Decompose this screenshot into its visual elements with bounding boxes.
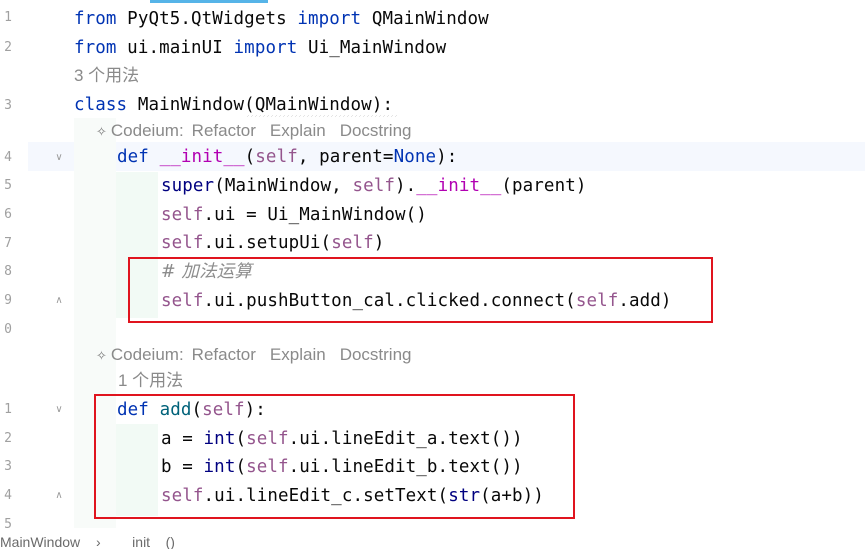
sparkle-icon: ✧: [96, 124, 107, 139]
code-line-5[interactable]: super(MainWindow, self).__init__(parent): [161, 174, 586, 198]
call-args: (parent): [501, 176, 587, 196]
line-number: 1: [4, 10, 12, 25]
import-name: QMainWindow: [361, 9, 489, 29]
paren-close: ): [373, 233, 385, 253]
param-list: , parent=: [297, 147, 394, 167]
fold-expand-icon[interactable]: ∧: [52, 489, 66, 503]
codeium-label: Codeium:: [110, 345, 184, 364]
code-line-1[interactable]: from PyQt5.QtWidgets import QMainWindow: [74, 7, 489, 31]
usage-hint[interactable]: 1 个用法: [118, 370, 183, 392]
keyword: def: [117, 147, 149, 167]
args: (MainWindow,: [214, 176, 353, 196]
self-keyword: self: [161, 233, 204, 253]
explain-link[interactable]: Explain: [270, 345, 326, 364]
class-declaration: MainWindow(QMainWindow):: [127, 95, 394, 115]
code-line-7[interactable]: self.ui.setupUi(self): [161, 231, 384, 255]
line-number: 4: [4, 488, 12, 503]
paren-close: ):: [436, 147, 458, 167]
line-number: 3: [4, 459, 12, 474]
line-number: 6: [4, 207, 12, 222]
none-literal: None: [393, 147, 437, 167]
magic-method: __init__: [416, 176, 502, 196]
self-keyword: self: [352, 176, 396, 196]
fold-collapse-icon[interactable]: ∨: [52, 151, 66, 165]
line-number: 9: [4, 293, 12, 308]
highlight-box-init-connect: [128, 257, 713, 323]
module-name: PyQt5.QtWidgets: [116, 9, 298, 29]
import-name: Ui_MainWindow: [297, 38, 447, 58]
sparkle-icon: ✧: [96, 348, 107, 363]
code-line-2[interactable]: from ui.mainUI import Ui_MainWindow: [74, 36, 446, 60]
line-number: 2: [4, 431, 12, 446]
explain-link[interactable]: Explain: [270, 121, 326, 140]
code-line-4[interactable]: def __init__(self, parent=None):: [117, 145, 457, 169]
keyword: import: [233, 38, 298, 58]
line-number: 0: [4, 322, 12, 337]
fold-collapse-icon[interactable]: ∨: [52, 403, 66, 417]
docstring-link[interactable]: Docstring: [340, 121, 412, 140]
fold-expand-icon[interactable]: ∧: [52, 294, 66, 308]
line-number: 5: [4, 517, 12, 532]
dot: ).: [395, 176, 417, 196]
keyword: import: [297, 9, 362, 29]
self-param: self: [255, 147, 298, 167]
line-number: 4: [4, 150, 12, 165]
code-line-3[interactable]: class MainWindow(QMainWindow):: [74, 93, 393, 117]
line-number: 2: [4, 40, 12, 55]
line-number: 1: [4, 402, 12, 417]
line-number: 3: [4, 98, 12, 113]
line-number: 5: [4, 178, 12, 193]
line-number: 7: [4, 236, 12, 251]
codeium-label: Codeium:: [110, 121, 184, 140]
builtin: super: [161, 176, 215, 196]
self-keyword: self: [161, 205, 204, 225]
function-name: __init__: [159, 147, 245, 167]
self-keyword: self: [331, 233, 374, 253]
line-number-gutter: 1 2 3 4 5 6 7 8 9 0 1 2 3 4 5: [0, 0, 28, 547]
statement: .ui.setupUi(: [203, 233, 332, 253]
statement: .ui = Ui_MainWindow(): [203, 205, 427, 225]
refactor-link[interactable]: Refactor: [192, 345, 256, 364]
docstring-link[interactable]: Docstring: [340, 345, 412, 364]
tab-underline: [150, 0, 268, 3]
highlight-box-add-method: [94, 394, 575, 519]
keyword: from: [74, 9, 117, 29]
warning-squiggle: [246, 115, 398, 117]
keyword: from: [74, 38, 117, 58]
paren: (: [244, 147, 256, 167]
keyword: class: [74, 95, 128, 115]
usage-hint[interactable]: 3 个用法: [74, 65, 139, 87]
module-name: ui.mainUI: [116, 38, 234, 58]
codeium-lens: ✧ Codeium: Refactor Explain Docstring: [96, 120, 426, 143]
code-line-6[interactable]: self.ui = Ui_MainWindow(): [161, 203, 427, 227]
codeium-lens: ✧ Codeium: Refactor Explain Docstring: [96, 344, 426, 367]
refactor-link[interactable]: Refactor: [192, 121, 256, 140]
line-number: 8: [4, 264, 12, 279]
